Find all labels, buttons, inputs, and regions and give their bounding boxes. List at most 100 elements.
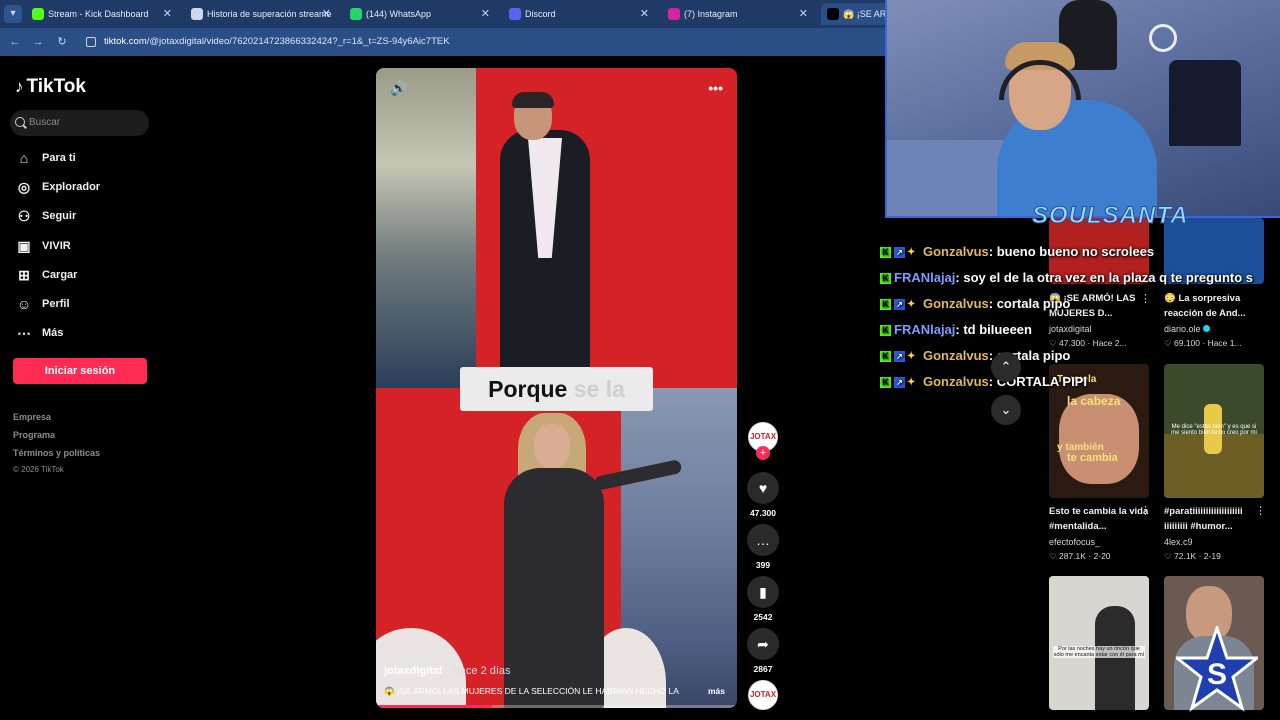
suggestion-more-icon[interactable]: ⋮ bbox=[1140, 504, 1151, 517]
save-button[interactable]: ▮ bbox=[747, 576, 779, 608]
tab-historia[interactable]: Historia de superación streame ✕ bbox=[185, 3, 337, 25]
music-disc-avatar[interactable]: JOTAX bbox=[748, 680, 778, 710]
close-icon[interactable]: ✕ bbox=[163, 3, 172, 25]
url-field[interactable]: tiktok.com/@jotaxdigital/video/762021472… bbox=[82, 32, 882, 52]
tab-kick[interactable]: Stream - Kick Dashboard ✕ bbox=[26, 3, 178, 25]
login-button[interactable]: Iniciar sesión bbox=[13, 358, 147, 384]
more-icon: ⋯ bbox=[17, 325, 31, 341]
back-icon[interactable]: ← bbox=[7, 34, 23, 50]
chat-text: : td biIueeen bbox=[955, 322, 1032, 337]
kick-badge-icon: K bbox=[880, 273, 891, 285]
chat-username: Gonzalvus bbox=[923, 374, 989, 389]
close-icon[interactable]: ✕ bbox=[322, 3, 331, 25]
suggestion-meta: ♡ 287.1K · 2-20 bbox=[1049, 551, 1111, 561]
tab-instagram[interactable]: (7) Instagram ✕ bbox=[662, 3, 814, 25]
heart-small-icon: ♡ bbox=[1049, 551, 1057, 561]
tab-whatsapp[interactable]: (144) WhatsApp ✕ bbox=[344, 3, 496, 25]
user-follow-icon: ⚇ bbox=[17, 208, 31, 224]
gifter-badge-icon: ✦ bbox=[907, 247, 916, 259]
sidebar-item-vivir[interactable]: ▣ VIVIR bbox=[15, 236, 70, 256]
site-info-icon[interactable] bbox=[86, 37, 96, 47]
streamer-name: SOULSANTA bbox=[1032, 202, 1189, 230]
suggestion-title[interactable]: #paratiiiiiiiiiiiiiiiiiii iiiiiiiii #hum… bbox=[1164, 504, 1264, 534]
description-text: 😱 ¡SE ARMÓ! LAS MUJERES DE LA SELECCIÓN … bbox=[384, 686, 679, 696]
sidebar-item-label: Más bbox=[42, 327, 64, 339]
gifter-badge-icon: ✦ bbox=[907, 377, 916, 389]
tiktok-logo[interactable]: ♪ TikTok bbox=[15, 76, 86, 98]
kick-badge-icon: K bbox=[880, 247, 891, 259]
video-progress-bar[interactable] bbox=[376, 705, 737, 708]
like-button[interactable]: ♥ bbox=[747, 472, 779, 504]
stream-chat-overlay: K ↗ ✦ Gonzalvus: bueno bueno no scrolees KF… bbox=[880, 244, 1280, 400]
video-author[interactable]: jotaxdigital · Hace 2 días bbox=[384, 665, 511, 677]
suggestion-author[interactable]: 4lex.c9 bbox=[1164, 537, 1264, 547]
tab-tiktok[interactable]: 😱 ¡SE ARMÓ! bbox=[821, 3, 891, 25]
tab-label: Historia de superación streame bbox=[207, 9, 332, 19]
heart-icon: ♥ bbox=[758, 480, 768, 496]
suggestion-time: 2-19 bbox=[1203, 551, 1221, 561]
sidebar-item-para-ti[interactable]: ⌂ Para ti bbox=[15, 148, 76, 168]
search-placeholder: Buscar bbox=[29, 117, 61, 128]
sidebar-item-label: Cargar bbox=[42, 269, 78, 281]
sidebar-item-label: Seguir bbox=[42, 210, 77, 222]
tab-discord[interactable]: Discord ✕ bbox=[503, 3, 655, 25]
thumb-text: te cambia bbox=[1067, 452, 1118, 464]
subscriber-badge-icon: ↗ bbox=[894, 299, 905, 311]
home-icon: ⌂ bbox=[19, 150, 29, 166]
suggestion-author[interactable]: efectofocus_ bbox=[1049, 537, 1149, 547]
chat-username: Gonzalvus bbox=[923, 348, 989, 363]
kick-badge-icon: K bbox=[880, 325, 891, 337]
sidebar-item-cargar[interactable]: ⊞ Cargar bbox=[15, 265, 77, 285]
share-button[interactable]: ➦ bbox=[747, 628, 779, 660]
chat-text: : soy el de la otra vez en la plaza q te… bbox=[955, 270, 1254, 285]
video-more-icon[interactable]: ••• bbox=[708, 80, 723, 96]
ring-light-icon bbox=[1149, 24, 1177, 52]
chat-message: K FRANlajaj: td biIueeen bbox=[880, 322, 1032, 342]
caption-faded: se la bbox=[573, 376, 625, 402]
sidebar-item-perfil[interactable]: ☺ Perfil bbox=[15, 294, 70, 314]
volume-icon[interactable]: 🔊 bbox=[390, 80, 407, 97]
sidebar-item-seguir[interactable]: ⚇ Seguir bbox=[15, 206, 77, 226]
close-icon[interactable]: ✕ bbox=[481, 3, 490, 25]
forward-icon[interactable]: → bbox=[30, 34, 46, 50]
video-player[interactable]: 🔊 ••• Porque se la jotaxdigital · Hace 2… bbox=[376, 68, 737, 708]
next-video-button[interactable]: ⌄ bbox=[991, 395, 1021, 425]
chat-message: K ↗ ✦ Gonzalvus: cortala pipo bbox=[880, 296, 1070, 316]
close-icon[interactable]: ✕ bbox=[799, 3, 808, 25]
chevron-down-icon: ⌄ bbox=[1000, 402, 1012, 417]
tab-label: Stream - Kick Dashboard bbox=[48, 9, 149, 19]
suggestion-more-icon[interactable]: ⋮ bbox=[1255, 504, 1266, 517]
suggestion-time: 2-20 bbox=[1093, 551, 1111, 561]
chat-username: FRANlajaj bbox=[894, 322, 956, 337]
presenter-hair bbox=[512, 92, 554, 108]
search-input[interactable]: Buscar bbox=[10, 110, 149, 136]
tab-list-icon[interactable]: ▾ bbox=[4, 5, 22, 23]
post-time: · Hace 2 días bbox=[445, 665, 511, 677]
share-icon: ➦ bbox=[757, 636, 769, 652]
footer-link-programa[interactable]: Programa bbox=[13, 430, 55, 440]
whatsapp-favicon-icon bbox=[350, 8, 362, 20]
tiktok-favicon-icon bbox=[827, 8, 839, 20]
follow-plus-icon[interactable]: + bbox=[756, 446, 770, 460]
chat-message: K ↗ ✦ Gonzalvus: bueno bueno no scrolees bbox=[880, 244, 1154, 264]
kick-badge-icon: K bbox=[880, 351, 891, 363]
reload-icon[interactable]: ↻ bbox=[54, 34, 70, 50]
kick-badge-icon: K bbox=[880, 299, 891, 311]
video-caption: Porque se la bbox=[460, 367, 653, 411]
footer-link-terminos[interactable]: Términos y políticas bbox=[13, 448, 100, 458]
suggestion-title[interactable]: Esto te cambia la vida #mentalida... bbox=[1049, 504, 1149, 534]
sidebar-item-mas[interactable]: ⋯ Más bbox=[15, 323, 63, 343]
sidebar-item-explorador[interactable]: ◎ Explorador bbox=[15, 177, 100, 197]
host-figure bbox=[504, 468, 604, 708]
suggestion-thumbnail[interactable]: Por las noches hay un rincón que sólo me… bbox=[1049, 576, 1149, 710]
gifter-badge-icon: ✦ bbox=[907, 299, 916, 311]
share-count: 2867 bbox=[753, 664, 773, 674]
previous-video-button[interactable]: ⌃ bbox=[991, 352, 1021, 382]
chevron-up-icon: ⌃ bbox=[1000, 359, 1012, 374]
footer-link-empresa[interactable]: Empresa bbox=[13, 412, 51, 422]
kick-badge-icon: K bbox=[880, 377, 891, 389]
comment-button[interactable]: … bbox=[747, 524, 779, 556]
close-icon[interactable]: ✕ bbox=[640, 3, 649, 25]
more-link[interactable]: más bbox=[708, 686, 725, 696]
bookmark-icon: ▮ bbox=[759, 584, 767, 600]
